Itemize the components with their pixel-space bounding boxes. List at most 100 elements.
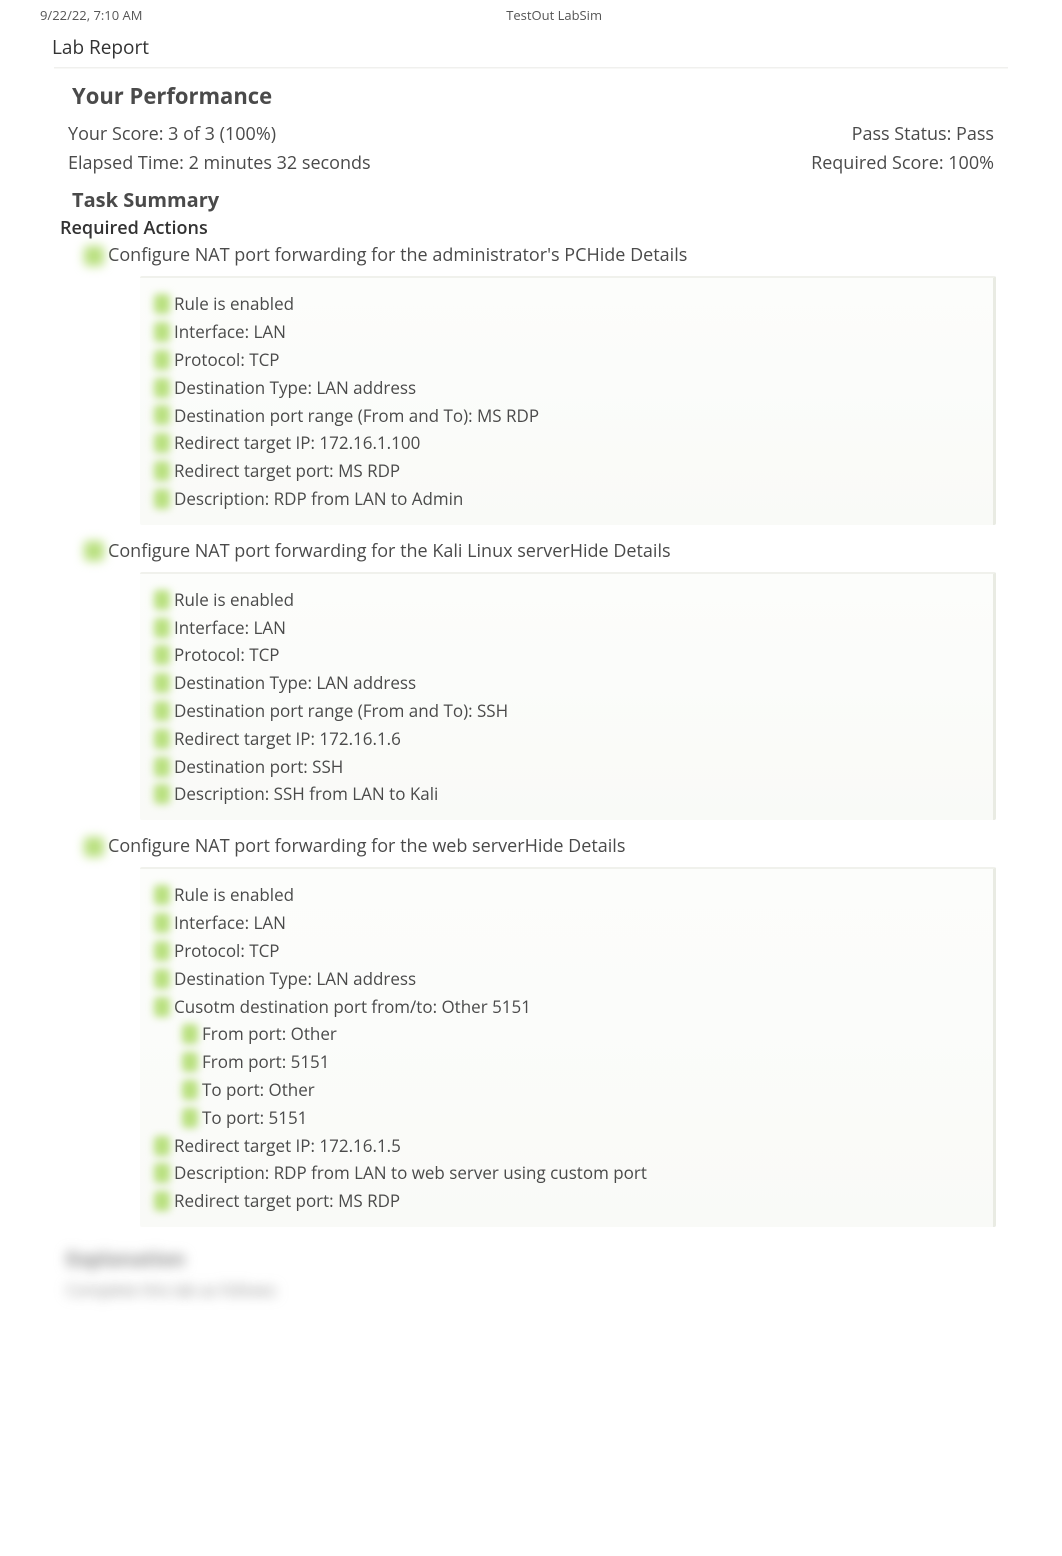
detail-item: Description: SSH from LAN to Kali — [154, 780, 979, 808]
explanation-subtext: Complete this lab as follows: — [66, 1279, 1062, 1301]
check-icon — [154, 885, 170, 905]
detail-text: Description: SSH from LAN to Kali — [174, 782, 438, 806]
check-icon — [154, 645, 170, 665]
task-summary-heading: Task Summary — [0, 180, 1062, 216]
detail-item: Interface: LAN — [154, 614, 979, 642]
check-icon — [154, 1163, 170, 1183]
detail-item: Destination port range (From and To): SS… — [154, 697, 979, 725]
check-icon — [154, 618, 170, 638]
detail-item: Description: RDP from LAN to web server … — [154, 1159, 979, 1187]
details-panel: Rule is enabled Interface: LAN Protocol:… — [140, 867, 996, 1227]
action-row: Configure NAT port forwarding for the ad… — [0, 243, 1062, 272]
detail-text: Destination port range (From and To): SS… — [174, 699, 508, 723]
detail-text: Description: RDP from LAN to Admin — [174, 487, 463, 511]
check-icon — [154, 489, 170, 509]
detail-item: Protocol: TCP — [154, 937, 979, 965]
details-panel: Rule is enabled Interface: LAN Protocol:… — [140, 572, 996, 820]
detail-item: Interface: LAN — [154, 318, 979, 346]
time-row: Elapsed Time: 2 minutes 32 seconds Requi… — [0, 151, 1062, 180]
check-icon — [154, 294, 170, 314]
elapsed-time: Elapsed Time: 2 minutes 32 seconds — [68, 151, 371, 176]
detail-sub-item: From port: Other — [154, 1020, 979, 1048]
lab-report-title: Lab Report — [0, 24, 1062, 61]
print-timestamp: 9/22/22, 7:10 AM — [40, 6, 142, 24]
detail-sub-item: From port: 5151 — [154, 1048, 979, 1076]
detail-item: Rule is enabled — [154, 290, 979, 318]
check-icon — [154, 322, 170, 342]
detail-item: Description: RDP from LAN to Admin — [154, 485, 979, 513]
check-icon — [182, 1024, 198, 1044]
divider — [54, 67, 1008, 69]
check-icon — [154, 590, 170, 610]
action-title: Configure NAT port forwarding for the we… — [108, 834, 525, 859]
check-icon — [84, 837, 104, 857]
detail-text: Cusotm destination port from/to: Other 5… — [174, 995, 531, 1019]
detail-text: Redirect target IP: 172.16.1.100 — [174, 431, 420, 455]
detail-text: Redirect target port: MS RDP — [174, 1189, 400, 1213]
detail-text: From port: 5151 — [202, 1050, 330, 1074]
details-panel: Rule is enabled Interface: LAN Protocol:… — [140, 276, 996, 524]
check-icon — [154, 461, 170, 481]
check-icon — [182, 1052, 198, 1072]
detail-text: Destination Type: LAN address — [174, 376, 416, 400]
detail-item: Rule is enabled — [154, 881, 979, 909]
check-icon — [154, 433, 170, 453]
hide-details-link[interactable]: Hide Details — [586, 243, 687, 268]
detail-item: Redirect target port: MS RDP — [154, 457, 979, 485]
detail-item: Destination Type: LAN address — [154, 374, 979, 402]
check-icon — [154, 1136, 170, 1156]
detail-text: Redirect target IP: 172.16.1.5 — [174, 1134, 401, 1158]
hide-details-link[interactable]: Hide Details — [525, 834, 626, 859]
detail-text: From port: Other — [202, 1022, 337, 1046]
detail-text: Interface: LAN — [174, 616, 286, 640]
detail-item: Destination port range (From and To): MS… — [154, 402, 979, 430]
detail-text: Destination port: SSH — [174, 755, 343, 779]
check-icon — [154, 350, 170, 370]
detail-text: Interface: LAN — [174, 911, 286, 935]
detail-item: Rule is enabled — [154, 586, 979, 614]
check-icon — [154, 701, 170, 721]
required-actions-heading: Required Actions — [0, 216, 1062, 243]
check-icon — [154, 997, 170, 1017]
check-icon — [154, 729, 170, 749]
explanation-heading: Explanation — [66, 1245, 1062, 1273]
check-icon — [154, 784, 170, 804]
detail-item: Interface: LAN — [154, 909, 979, 937]
detail-item: Redirect target IP: 172.16.1.5 — [154, 1132, 979, 1160]
detail-text: Destination port range (From and To): MS… — [174, 404, 539, 428]
detail-text: To port: Other — [202, 1078, 315, 1102]
your-performance-heading: Your Performance — [0, 77, 1062, 122]
detail-item: Redirect target IP: 172.16.1.6 — [154, 725, 979, 753]
detail-item: Destination Type: LAN address — [154, 965, 979, 993]
score-row: Your Score: 3 of 3 (100%) Pass Status: P… — [0, 122, 1062, 151]
print-header: 9/22/22, 7:10 AM TestOut LabSim — [0, 0, 1062, 24]
check-icon — [154, 969, 170, 989]
detail-item: Protocol: TCP — [154, 346, 979, 374]
check-icon — [154, 405, 170, 425]
check-icon — [154, 757, 170, 777]
detail-item: Destination Type: LAN address — [154, 669, 979, 697]
detail-text: Protocol: TCP — [174, 939, 280, 963]
check-icon — [84, 541, 104, 561]
explanation-section: Explanation Complete this lab as follows… — [66, 1245, 1062, 1301]
print-product: TestOut LabSim — [506, 6, 1022, 24]
detail-text: Interface: LAN — [174, 320, 286, 344]
detail-item: Destination port: SSH — [154, 753, 979, 781]
detail-text: Description: RDP from LAN to web server … — [174, 1161, 647, 1185]
hide-details-link[interactable]: Hide Details — [570, 539, 671, 564]
check-icon — [154, 378, 170, 398]
check-icon — [182, 1108, 198, 1128]
detail-text: Redirect target IP: 172.16.1.6 — [174, 727, 401, 751]
required-score: Required Score: 100% — [811, 151, 994, 176]
check-icon — [154, 913, 170, 933]
detail-item: Redirect target port: MS RDP — [154, 1187, 979, 1215]
detail-text: To port: 5151 — [202, 1106, 307, 1130]
detail-text: Destination Type: LAN address — [174, 967, 416, 991]
check-icon — [154, 1191, 170, 1211]
detail-sub-item: To port: Other — [154, 1076, 979, 1104]
detail-item: Redirect target IP: 172.16.1.100 — [154, 429, 979, 457]
detail-text: Redirect target port: MS RDP — [174, 459, 400, 483]
check-icon — [154, 673, 170, 693]
detail-item: Cusotm destination port from/to: Other 5… — [154, 993, 979, 1021]
detail-text: Rule is enabled — [174, 883, 294, 907]
